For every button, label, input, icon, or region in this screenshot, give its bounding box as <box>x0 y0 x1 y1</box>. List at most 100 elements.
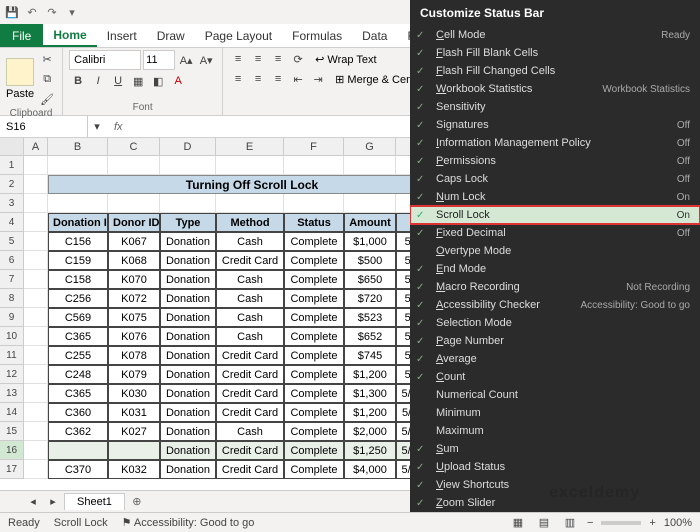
cell[interactable]: Cash <box>216 270 284 289</box>
statusbar-option-upload-status[interactable]: ✓Upload Status <box>410 458 700 476</box>
sheet-nav-prev-icon[interactable]: ◂ <box>24 493 42 511</box>
cut-icon[interactable]: ✂ <box>38 50 56 68</box>
cell[interactable]: Complete <box>284 251 344 270</box>
cell[interactable]: $650 <box>344 270 396 289</box>
col-header-E[interactable]: E <box>216 138 284 155</box>
row-header[interactable]: 14 <box>0 403 24 422</box>
save-icon[interactable]: 💾 <box>4 4 20 20</box>
zoom-level[interactable]: 100% <box>664 517 692 529</box>
cell[interactable]: K076 <box>108 327 160 346</box>
cell[interactable] <box>24 194 48 213</box>
copy-icon[interactable]: ⧉ <box>38 70 56 88</box>
statusbar-option-fixed-decimal[interactable]: ✓Fixed DecimalOff <box>410 224 700 242</box>
cell[interactable]: C360 <box>48 403 108 422</box>
cell[interactable]: Donation <box>160 251 216 270</box>
cell[interactable] <box>24 384 48 403</box>
cell[interactable]: Type <box>160 213 216 232</box>
cell[interactable]: C365 <box>48 384 108 403</box>
fx-icon[interactable]: fx <box>106 121 131 133</box>
cell[interactable]: Donation <box>160 308 216 327</box>
statusbar-option-count[interactable]: ✓Count <box>410 368 700 386</box>
sheet-nav-next-icon[interactable]: ▸ <box>44 493 62 511</box>
statusbar-option-numerical-count[interactable]: Numerical Count <box>410 386 700 404</box>
statusbar-option-sensitivity[interactable]: ✓Sensitivity <box>410 98 700 116</box>
sheet-tab-active[interactable]: Sheet1 <box>64 493 125 510</box>
row-header[interactable]: 15 <box>0 422 24 441</box>
cell[interactable]: Credit Card <box>216 251 284 270</box>
cell[interactable] <box>284 194 344 213</box>
cell[interactable]: Donation <box>160 289 216 308</box>
col-header-D[interactable]: D <box>160 138 216 155</box>
statusbar-option-cell-mode[interactable]: ✓Cell ModeReady <box>410 26 700 44</box>
col-header-F[interactable]: F <box>284 138 344 155</box>
underline-button[interactable]: U <box>109 72 127 90</box>
qat-more-icon[interactable]: ▾ <box>64 4 80 20</box>
row-header[interactable]: 10 <box>0 327 24 346</box>
cell[interactable]: K031 <box>108 403 160 422</box>
cell[interactable] <box>24 156 48 175</box>
cell[interactable] <box>24 460 48 479</box>
cell[interactable]: Complete <box>284 365 344 384</box>
col-header-B[interactable]: B <box>48 138 108 155</box>
cell[interactable] <box>24 289 48 308</box>
row-header[interactable]: 13 <box>0 384 24 403</box>
statusbar-option-scroll-lock[interactable]: ✓Scroll LockOn <box>410 206 700 224</box>
statusbar-option-minimum[interactable]: Minimum <box>410 404 700 422</box>
cell[interactable]: Complete <box>284 403 344 422</box>
statusbar-option-zoom-slider[interactable]: ✓Zoom Slider <box>410 494 700 512</box>
cell[interactable] <box>24 403 48 422</box>
cell[interactable]: Complete <box>284 308 344 327</box>
italic-button[interactable]: I <box>89 72 107 90</box>
statusbar-option-num-lock[interactable]: ✓Num LockOn <box>410 188 700 206</box>
align-bottom-icon[interactable]: ≡ <box>269 50 287 68</box>
statusbar-option-flash-fill-blank-cells[interactable]: ✓Flash Fill Blank Cells <box>410 44 700 62</box>
format-painter-icon[interactable]: 🖌 <box>38 90 56 108</box>
cell[interactable]: Cash <box>216 308 284 327</box>
align-middle-icon[interactable]: ≡ <box>249 50 267 68</box>
row-header[interactable]: 4 <box>0 213 24 232</box>
tab-insert[interactable]: Insert <box>97 24 147 47</box>
cell[interactable]: $4,000 <box>344 460 396 479</box>
cell[interactable]: Cash <box>216 327 284 346</box>
cell[interactable]: C569 <box>48 308 108 327</box>
cell[interactable]: K072 <box>108 289 160 308</box>
statusbar-option-overtype-mode[interactable]: Overtype Mode <box>410 242 700 260</box>
cell[interactable]: Donation <box>160 441 216 460</box>
cell[interactable]: Credit Card <box>216 403 284 422</box>
statusbar-option-macro-recording[interactable]: ✓Macro RecordingNot Recording <box>410 278 700 296</box>
statusbar-option-maximum[interactable]: Maximum <box>410 422 700 440</box>
cell[interactable]: Cash <box>216 232 284 251</box>
cell[interactable] <box>24 270 48 289</box>
col-header-C[interactable]: C <box>108 138 160 155</box>
decrease-font-icon[interactable]: A▾ <box>197 51 215 69</box>
statusbar-option-signatures[interactable]: ✓SignaturesOff <box>410 116 700 134</box>
statusbar-option-information-management-policy[interactable]: ✓Information Management PolicyOff <box>410 134 700 152</box>
wrap-text-button[interactable]: ↩ Wrap Text <box>315 53 376 66</box>
cell[interactable]: K032 <box>108 460 160 479</box>
font-name-input[interactable] <box>69 50 141 70</box>
cell[interactable]: C362 <box>48 422 108 441</box>
cell[interactable]: K070 <box>108 270 160 289</box>
cell[interactable]: Donation <box>160 327 216 346</box>
undo-icon[interactable]: ↶ <box>24 4 40 20</box>
cell[interactable]: Credit Card <box>216 365 284 384</box>
cell[interactable] <box>24 232 48 251</box>
cell[interactable]: Credit Card <box>216 460 284 479</box>
cell[interactable] <box>344 194 396 213</box>
tab-draw[interactable]: Draw <box>147 24 195 47</box>
cell[interactable]: C156 <box>48 232 108 251</box>
cell[interactable]: $1,200 <box>344 365 396 384</box>
cell[interactable] <box>216 194 284 213</box>
cell[interactable]: Complete <box>284 289 344 308</box>
cell[interactable]: Complete <box>284 346 344 365</box>
cell[interactable]: Donation <box>160 232 216 251</box>
cell[interactable] <box>24 346 48 365</box>
cell[interactable] <box>24 422 48 441</box>
cell[interactable]: $1,300 <box>344 384 396 403</box>
tab-home[interactable]: Home <box>43 24 96 47</box>
cell[interactable]: Complete <box>284 441 344 460</box>
cell[interactable]: Donation <box>160 460 216 479</box>
cell[interactable]: Amount <box>344 213 396 232</box>
cell[interactable]: C256 <box>48 289 108 308</box>
cell[interactable]: K079 <box>108 365 160 384</box>
